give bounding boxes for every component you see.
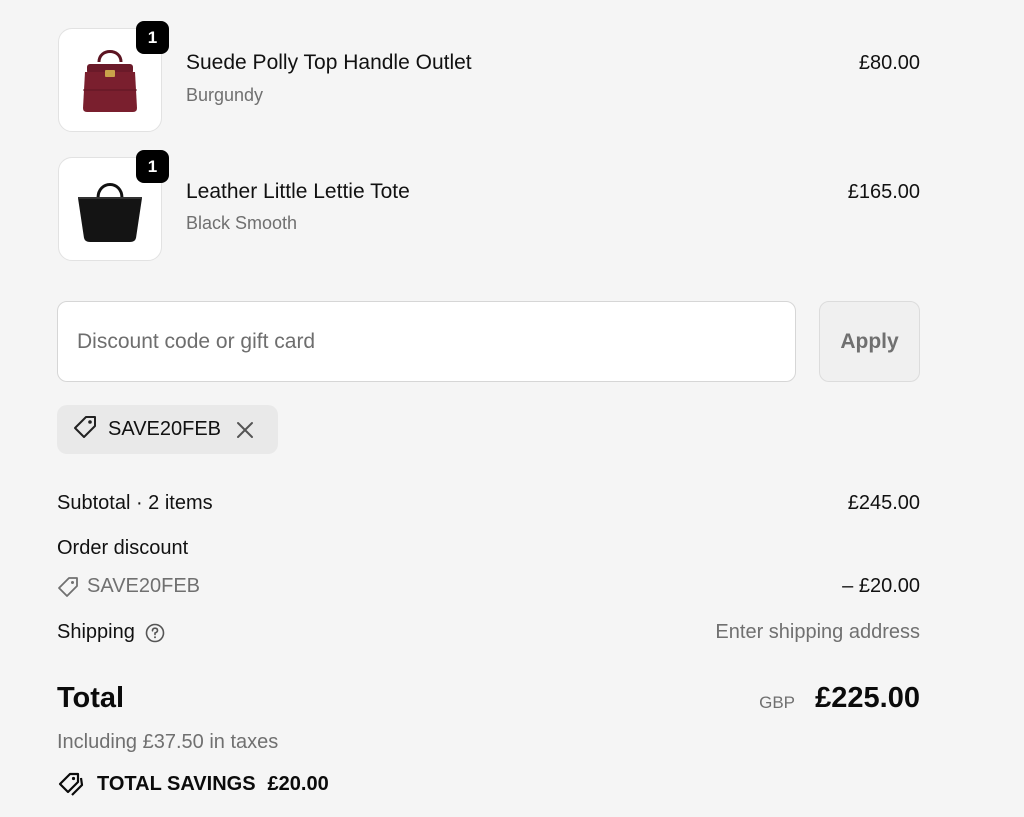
tax-note: Including £37.50 in taxes [57, 731, 279, 753]
discount-value: – £20.00 [842, 575, 920, 597]
tag-icon [57, 576, 79, 598]
close-icon[interactable] [235, 420, 255, 440]
subtotal-value: £245.00 [847, 492, 920, 514]
savings-label: TOTAL SAVINGS [97, 772, 256, 795]
tag-icon [72, 414, 98, 445]
order-discount-label: Order discount [57, 537, 189, 559]
product-name: Suede Polly Top Handle Outlet [186, 51, 472, 74]
quantity-badge: 1 [136, 21, 169, 54]
question-circle-icon[interactable] [145, 623, 165, 643]
currency-label: GBP [759, 693, 795, 712]
subtotal-label: Subtotal · 2 items [57, 492, 213, 514]
tote-bag-image [78, 183, 142, 242]
discount-code-row: SAVE20FEB [57, 575, 200, 598]
total-label: Total [57, 682, 125, 714]
shipping-row: Shipping [57, 621, 165, 644]
product-variant: Black Smooth [186, 213, 298, 233]
savings-value: £20.00 [267, 772, 329, 795]
total-savings-row: TOTAL SAVINGS £20.00 [57, 771, 329, 797]
shipping-label: Shipping [57, 621, 135, 643]
savings-tag-icon [57, 771, 85, 797]
discount-code-input[interactable] [57, 301, 796, 382]
apply-button[interactable]: Apply [819, 301, 920, 382]
applied-code-label: SAVE20FEB [108, 418, 222, 440]
handbag-image [83, 50, 137, 112]
product-name: Leather Little Lettie Tote [186, 180, 410, 203]
applied-discount-chip: SAVE20FEB [57, 405, 278, 454]
quantity-badge: 1 [136, 150, 169, 183]
total-value: £225.00 [815, 682, 920, 714]
discount-code-text: SAVE20FEB [87, 575, 201, 597]
shipping-value: Enter shipping address [715, 621, 920, 643]
product-variant: Burgundy [186, 85, 264, 105]
product-price: £165.00 [847, 181, 920, 203]
product-price: £80.00 [858, 52, 920, 74]
